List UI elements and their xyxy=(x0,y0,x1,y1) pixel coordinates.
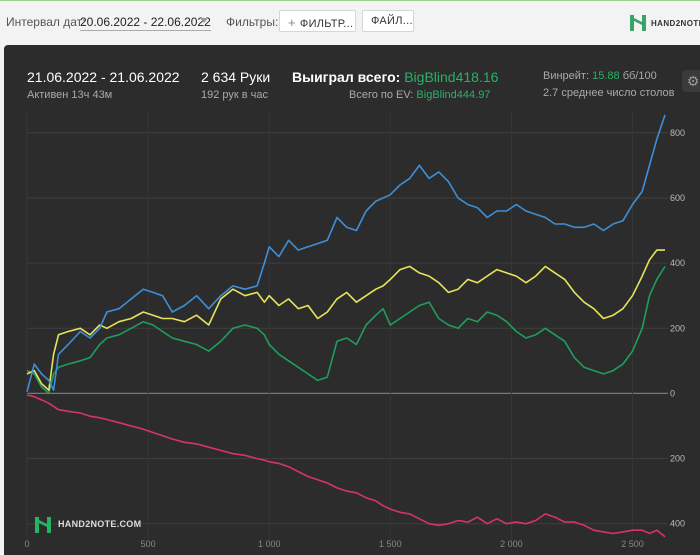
x-tick-label: 2 000 xyxy=(500,539,523,547)
y-tick-label: 200 xyxy=(670,454,685,464)
y-tick-label: 0 xyxy=(670,388,675,398)
x-tick-label: 2 500 xyxy=(621,539,644,547)
series-line-non-showdown xyxy=(26,394,666,538)
chart-grid xyxy=(26,110,668,540)
y-tick-label: 200 xyxy=(670,323,685,333)
y-tick-label: 800 xyxy=(670,128,685,138)
watermark-logo-icon xyxy=(35,517,51,533)
profit-chart: 800 600 400 200 0 200 400 0 500 1 000 1 500 2 000 2… xyxy=(24,110,685,547)
x-tick-label: 1 500 xyxy=(379,539,402,547)
x-tick-label: 1 000 xyxy=(258,539,281,547)
x-tick-label: 500 xyxy=(141,539,156,547)
y-tick-label: 400 xyxy=(670,519,685,529)
x-tick-label: 0 xyxy=(24,539,29,547)
watermark: HAND2NOTE.COM xyxy=(58,519,142,529)
x-axis-ticks: 0 500 1 000 1 500 2 000 2 500 xyxy=(24,539,643,547)
chart-series xyxy=(26,114,666,538)
y-tick-label: 400 xyxy=(670,258,685,268)
y-axis-ticks: 800 600 400 200 0 200 400 xyxy=(670,128,685,529)
series-line-ev xyxy=(26,249,665,392)
y-tick-label: 600 xyxy=(670,193,685,203)
